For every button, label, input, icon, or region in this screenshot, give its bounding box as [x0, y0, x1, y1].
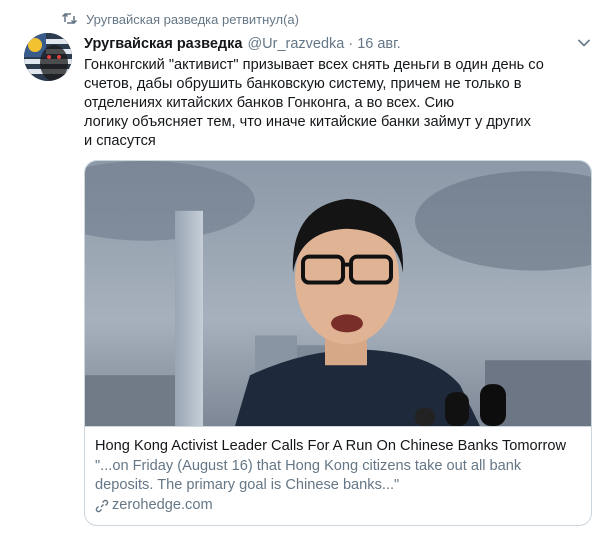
retweet-label: Уругвайская разведка ретвитнул(а) [86, 11, 299, 27]
tweet-header: Уругвайская разведка @Ur_razvedka · 16 а… [84, 34, 591, 54]
card-body[interactable]: Hong Kong Activist Leader Calls For A Ru… [95, 437, 581, 515]
link-icon [95, 499, 109, 512]
separator: · [348, 36, 354, 52]
retweet-icon [62, 13, 78, 25]
link-card[interactable]: Hong Kong Activist Leader Calls For A Ru… [84, 160, 592, 526]
tweet-text: Гонконгский "активист" призывает всех сн… [84, 57, 544, 149]
author-name[interactable]: Уругвайская разведка [84, 36, 242, 52]
tweet[interactable]: Уругвайская разведка ретвитнул(а) Уругва… [0, 0, 611, 537]
card-domain[interactable]: zerohedge.com [95, 496, 581, 515]
card-image[interactable] [85, 161, 592, 427]
tweet-date[interactable]: 16 авг. [357, 36, 400, 52]
avatar[interactable] [24, 33, 72, 81]
retweet-context[interactable]: Уругвайская разведка ретвитнул(а) [62, 10, 299, 28]
chevron-down-icon[interactable] [577, 38, 591, 48]
card-domain-text: zerohedge.com [112, 497, 213, 513]
card-description: "...on Friday (August 16) that Hong Kong… [95, 458, 522, 493]
author-handle[interactable]: @Ur_razvedka [247, 36, 344, 52]
avatar-image [24, 33, 72, 81]
card-title[interactable]: Hong Kong Activist Leader Calls For A Ru… [95, 437, 581, 456]
